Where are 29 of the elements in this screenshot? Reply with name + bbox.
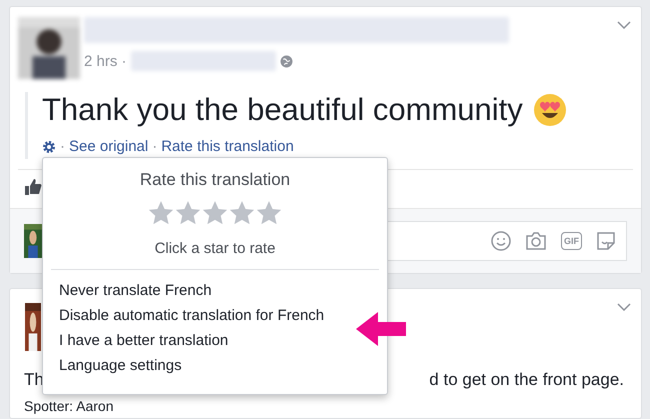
star-icon[interactable]: [202, 200, 228, 226]
separator-dot: ·: [152, 138, 158, 155]
menu-item[interactable]: Language settings: [43, 353, 198, 378]
post-time: 2 hrs ·: [84, 52, 127, 70]
arrow-icon: [356, 312, 406, 346]
menu-title: Rate this translation: [140, 170, 290, 190]
smiley-icon[interactable]: [491, 231, 511, 251]
chevron-icon[interactable]: [617, 303, 631, 311]
menu-item[interactable]: I have a better translation: [43, 328, 244, 353]
rating-hint: Click a star to rate: [154, 240, 276, 257]
globe-icon: [280, 54, 293, 68]
post-text: d to get on the front page.: [429, 370, 624, 390]
post-text: Spotter: Aaron: [23, 397, 115, 414]
camera-icon[interactable]: [525, 231, 547, 251]
translation-link[interactable]: Rate this translation: [161, 138, 294, 155]
separator-dot: ·: [60, 138, 65, 155]
translation-link[interactable]: See original: [69, 138, 148, 155]
heart-eyes-emoji-icon: [532, 93, 567, 127]
menu-item[interactable]: Never translate French: [43, 278, 228, 303]
post-text: Thank you the beautiful community: [42, 92, 523, 128]
chevron-icon[interactable]: [617, 21, 631, 29]
thumbs-up-icon[interactable]: [24, 178, 42, 196]
star-icon[interactable]: [148, 200, 174, 226]
star-icon[interactable]: [256, 200, 282, 226]
star-icon[interactable]: [175, 200, 201, 226]
star-icon[interactable]: [229, 200, 255, 226]
gear-icon[interactable]: [42, 140, 56, 154]
menu-item[interactable]: Disable automatic translation for French: [43, 303, 340, 328]
sticker-icon[interactable]: [596, 231, 616, 251]
